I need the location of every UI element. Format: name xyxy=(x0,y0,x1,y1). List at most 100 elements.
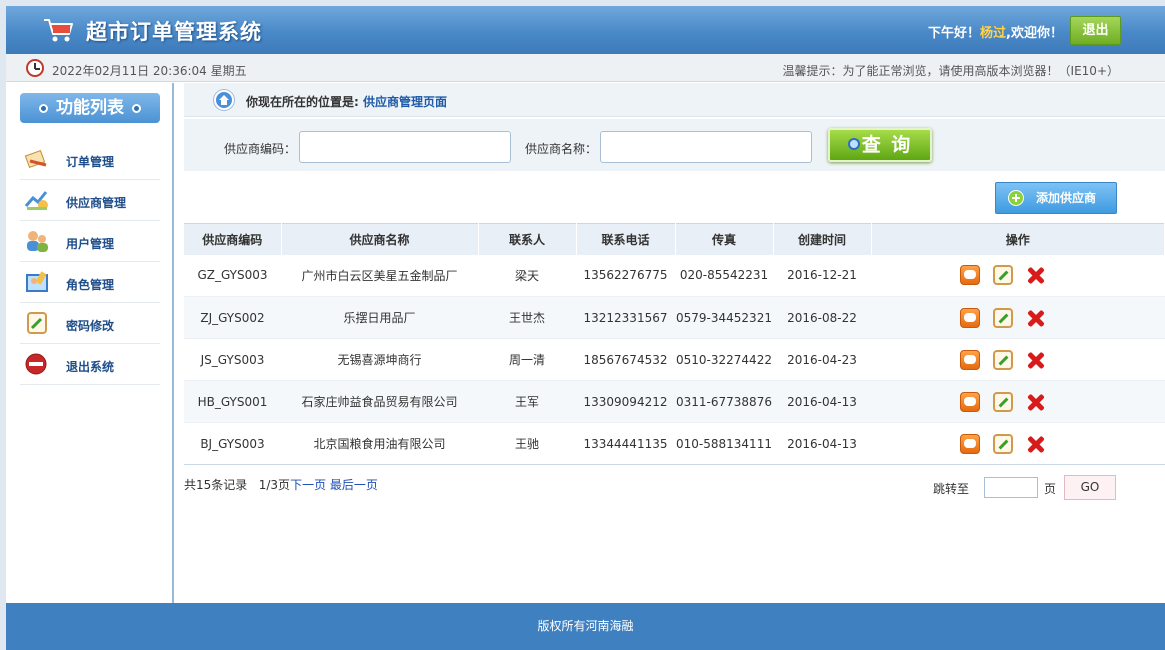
delete-icon[interactable] xyxy=(1026,434,1046,454)
query-button[interactable]: 查 询 xyxy=(828,128,932,162)
table-row: ZJ_GYS002 乐摆日用品厂 王世杰 13212331567 0579-34… xyxy=(184,296,1165,339)
footer: 版权所有河南海融 xyxy=(6,603,1165,650)
table-row: HB_GYS001 石家庄帅益食品贸易有限公司 王军 13309094212 0… xyxy=(184,380,1165,423)
cell-name: 北京国粮食用油有限公司 xyxy=(281,422,478,465)
sidebar-item-label: 供应商管理 xyxy=(66,196,127,210)
sidebar-item-label: 角色管理 xyxy=(66,278,115,292)
cell-contact: 梁天 xyxy=(478,254,576,297)
clock-icon xyxy=(26,59,44,77)
edit-icon[interactable] xyxy=(992,265,1013,286)
main-content: 你现在所在的位置是: 供应商管理页面 供应商编码： 供应商名称： 查 询 添加供… xyxy=(176,83,1165,603)
cell-name: 无锡喜源坤商行 xyxy=(281,338,478,381)
sidebar-item-users[interactable]: 用户管理 xyxy=(20,221,160,262)
add-provider-button[interactable]: 添加供应商 xyxy=(995,182,1117,214)
sidebar-item-label: 密码修改 xyxy=(66,319,115,333)
cell-name: 乐摆日用品厂 xyxy=(281,296,478,339)
cell-phone: 13562276775 xyxy=(576,254,675,297)
sidebar-item-providers[interactable]: 供应商管理 xyxy=(20,180,160,221)
sidebar-item-password[interactable]: 密码修改 xyxy=(20,303,160,344)
column-header: 联系人 xyxy=(478,223,577,255)
cell-contact: 王军 xyxy=(478,380,576,423)
home-icon[interactable] xyxy=(214,90,234,110)
delete-icon[interactable] xyxy=(1026,308,1046,328)
greeting-suffix: ,欢迎你！ xyxy=(1006,26,1063,41)
bullet-icon xyxy=(132,103,141,113)
last-page-link[interactable]: 最后一页 xyxy=(330,478,378,492)
greeting-prefix: 下午好！ xyxy=(928,26,981,41)
cell-actions xyxy=(871,338,1165,381)
edit-icon[interactable] xyxy=(992,349,1013,370)
sidebar-item-orders[interactable]: 订单管理 xyxy=(20,139,160,180)
plus-icon xyxy=(1008,190,1024,206)
next-page-link[interactable]: 下一页 xyxy=(290,478,326,492)
add-provider-label: 添加供应商 xyxy=(1036,191,1097,205)
exit-icon xyxy=(25,353,47,375)
bullet-icon xyxy=(39,103,48,113)
cell-fax: 0579-34452321 xyxy=(675,296,773,339)
logout-button[interactable]: 退出 xyxy=(1070,16,1121,45)
column-header: 传真 xyxy=(675,223,774,255)
cell-phone: 13344441135 xyxy=(576,422,675,465)
provider-code-input[interactable] xyxy=(299,131,511,163)
cell-name: 石家庄帅益食品贸易有限公司 xyxy=(281,380,478,423)
table-header-row: 供应商编码 供应商名称 联系人 联系电话 传真 创建时间 操作 xyxy=(184,223,1165,255)
info-bar: 2022年02月11日 20:36:04 星期五 温馨提示：为了能正常浏览，请使… xyxy=(6,54,1165,82)
cell-created: 2016-04-13 xyxy=(773,422,871,465)
cell-code: JS_GYS003 xyxy=(184,338,281,381)
page-info: 1/3页 xyxy=(258,478,291,492)
cell-name: 广州市白云区美星五金制品厂 xyxy=(281,254,478,297)
column-header: 联系电话 xyxy=(576,223,676,255)
cell-contact: 王驰 xyxy=(478,422,576,465)
jump-label: 跳转至 xyxy=(933,482,970,496)
browser-tip: 温馨提示：为了能正常浏览，请使用高版本浏览器！（IE10+） xyxy=(782,64,1119,78)
query-button-label: 查 询 xyxy=(861,134,913,156)
delete-icon[interactable] xyxy=(1026,265,1046,285)
jump-page-input[interactable] xyxy=(984,477,1038,498)
provider-icon xyxy=(24,191,48,210)
header-bar: 超市订单管理系统 下午好！杨过,欢迎你！ 退出 xyxy=(6,6,1165,54)
go-button[interactable]: GO xyxy=(1064,475,1116,500)
edit-icon[interactable] xyxy=(992,433,1013,454)
search-bar: 供应商编码： 供应商名称： 查 询 xyxy=(184,119,1165,171)
cell-fax: 0311-67738876 xyxy=(675,380,773,423)
order-icon xyxy=(24,149,47,169)
column-header: 创建时间 xyxy=(773,223,872,255)
view-icon[interactable] xyxy=(959,433,980,454)
current-datetime: 2022年02月11日 20:36:04 星期五 xyxy=(52,64,247,78)
view-icon[interactable] xyxy=(959,391,980,412)
cell-actions xyxy=(871,422,1165,465)
edit-icon[interactable] xyxy=(992,307,1013,328)
provider-name-input[interactable] xyxy=(600,131,812,163)
cell-actions xyxy=(871,254,1165,297)
delete-icon[interactable] xyxy=(1026,392,1046,412)
delete-icon[interactable] xyxy=(1026,350,1046,370)
cell-created: 2016-08-22 xyxy=(773,296,871,339)
cell-created: 2016-04-13 xyxy=(773,380,871,423)
provider-name-label: 供应商名称： xyxy=(525,142,598,156)
provider-code-label: 供应商编码： xyxy=(224,142,297,156)
sidebar-item-label: 订单管理 xyxy=(66,155,115,169)
cell-fax: 020-85542231 xyxy=(675,254,773,297)
cell-code: BJ_GYS003 xyxy=(184,422,281,465)
sidebar-item-label: 退出系统 xyxy=(66,360,115,374)
cell-created: 2016-12-21 xyxy=(773,254,871,297)
cell-fax: 0510-32274422 xyxy=(675,338,773,381)
cell-phone: 18567674532 xyxy=(576,338,675,381)
sidebar-item-roles[interactable]: 角色管理 xyxy=(20,262,160,303)
view-icon[interactable] xyxy=(959,349,980,370)
cell-created: 2016-04-23 xyxy=(773,338,871,381)
sidebar-item-label: 用户管理 xyxy=(66,237,115,251)
view-icon[interactable] xyxy=(959,307,980,328)
menu-heading: 功能列表 xyxy=(20,93,160,123)
sidebar-item-exit[interactable]: 退出系统 xyxy=(20,344,160,385)
cell-code: ZJ_GYS002 xyxy=(184,296,281,339)
edit-icon[interactable] xyxy=(992,391,1013,412)
user-greeting: 下午好！杨过,欢迎你！ xyxy=(928,22,1063,41)
total-records: 共15条记录 xyxy=(184,478,248,492)
breadcrumb-current: 供应商管理页面 xyxy=(363,95,448,109)
view-icon[interactable] xyxy=(959,265,980,286)
cell-phone: 13309094212 xyxy=(576,380,675,423)
breadcrumb-text: 你现在所在的位置是: 供应商管理页面 xyxy=(246,93,447,110)
breadcrumb-prefix: 你现在所在的位置是: xyxy=(246,95,359,109)
app-title: 超市订单管理系统 xyxy=(86,20,262,44)
